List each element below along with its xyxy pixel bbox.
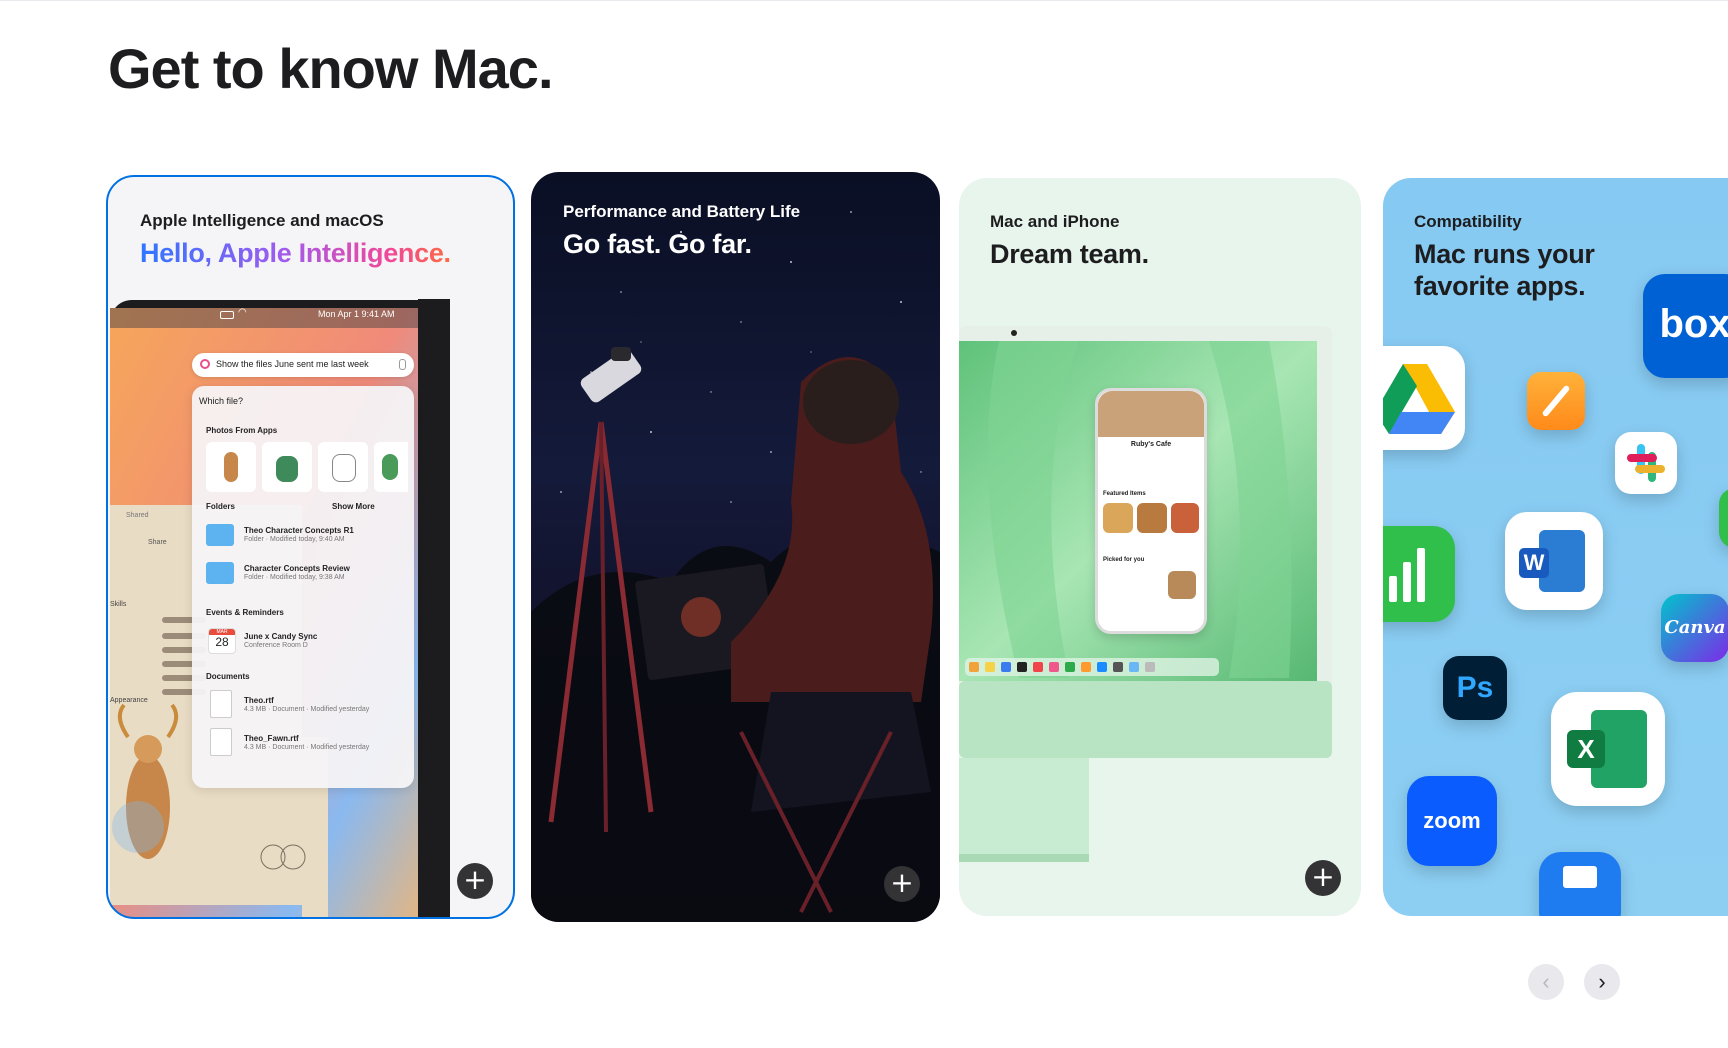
- photo-thumb[interactable]: [318, 442, 368, 492]
- partial-app-icon: [1719, 488, 1728, 548]
- event-meta: Conference Room D: [244, 642, 308, 649]
- bar-icon: [1417, 548, 1425, 602]
- folder-meta: Folder · Modified today, 9:38 AM: [244, 574, 345, 581]
- zoom-label: zoom: [1423, 808, 1481, 833]
- google-drive-app-icon: [1383, 346, 1465, 450]
- podium-icon: [1563, 866, 1597, 888]
- keynote-app-icon: [1539, 852, 1621, 916]
- food-thumb: [1103, 503, 1133, 533]
- search-query: Show the files June sent me last week: [216, 359, 369, 369]
- panel-question: Which file?: [199, 396, 244, 406]
- expand-plus-button[interactable]: +: [884, 866, 920, 902]
- drive-triangle-icon: [1383, 364, 1455, 434]
- folder-row[interactable]: Character Concepts Review Folder · Modif…: [206, 558, 402, 590]
- document-name: Theo_Fawn.rtf: [244, 734, 299, 743]
- canva-label: Canva: [1664, 617, 1726, 638]
- photo-thumb[interactable]: [262, 442, 312, 492]
- box-app-icon: box: [1643, 274, 1728, 378]
- mic-icon: [399, 359, 406, 370]
- siri-icon: [200, 359, 210, 369]
- document-meta: 4.3 MB · Document · Modified yesterday: [244, 744, 370, 751]
- iphone-mirroring-window[interactable]: Ruby's Cafe Featured Items Picked for yo…: [1095, 388, 1207, 634]
- bar-icon: [1389, 576, 1397, 602]
- canva-app-icon: Canva: [1661, 594, 1728, 662]
- carousel-prev-button[interactable]: ‹: [1528, 964, 1564, 1000]
- card-performance-battery[interactable]: Performance and Battery Life Go fast. Go…: [531, 172, 940, 922]
- card-mac-and-iphone[interactable]: Mac and iPhone Dream team. Ruby's Cafe F…: [959, 178, 1361, 916]
- photoshop-app-icon: Ps: [1443, 656, 1507, 720]
- word-app-icon: W: [1505, 512, 1603, 610]
- expand-plus-button[interactable]: +: [1305, 860, 1341, 896]
- card-apple-intelligence[interactable]: Apple Intelligence and macOS Hello, Appl…: [106, 175, 515, 919]
- night-sky-photo: [531, 211, 940, 922]
- photoshop-label: Ps: [1456, 671, 1494, 704]
- document-name: Theo.rtf: [244, 696, 274, 705]
- card-eyebrow: Compatibility: [1414, 212, 1522, 231]
- expand-plus-button[interactable]: +: [457, 863, 493, 899]
- folders-section-label: Folders: [206, 502, 235, 511]
- folder-meta: Folder · Modified today, 9:40 AM: [244, 536, 345, 543]
- pages-app-icon: [1527, 372, 1585, 430]
- side-label-skills: Skills: [110, 601, 127, 608]
- bar-icon: [1403, 562, 1411, 602]
- document-icon: [210, 690, 232, 718]
- document-meta: 4.3 MB · Document · Modified yesterday: [244, 706, 370, 713]
- food-thumb: [1168, 571, 1196, 599]
- side-label-shared: Shared: [126, 512, 149, 519]
- folder-name: Theo Character Concepts R1: [244, 526, 354, 535]
- calendar-icon: MAR 28: [208, 628, 236, 654]
- slack-app-icon: [1615, 432, 1677, 494]
- menubar-time: Mon Apr 1 9:41 AM: [318, 309, 395, 319]
- food-thumb: [1137, 503, 1167, 533]
- folder-row[interactable]: Theo Character Concepts R1 Folder · Modi…: [206, 520, 402, 552]
- food-thumb: [1171, 503, 1199, 533]
- top-divider: [0, 0, 1728, 1]
- event-row[interactable]: MAR 28 June x Candy Sync Conference Room…: [206, 626, 402, 656]
- folder-name: Character Concepts Review: [244, 564, 350, 573]
- spotlight-search-field[interactable]: Show the files June sent me last week: [192, 353, 414, 377]
- pen-icon: [1541, 384, 1571, 418]
- character-figure-icon: [224, 452, 238, 482]
- photo-thumb[interactable]: [206, 442, 256, 492]
- word-letter: W: [1519, 548, 1549, 578]
- page-title: Get to know Mac.: [108, 37, 553, 100]
- document-row[interactable]: Theo.rtf 4.3 MB · Document · Modified ye…: [206, 688, 402, 720]
- box-app-label: box: [1659, 302, 1728, 346]
- card-headline: Go fast. Go far.: [563, 229, 752, 259]
- document-icon: [210, 728, 232, 756]
- card-compatibility[interactable]: Compatibility Mac runs your favorite app…: [1383, 178, 1728, 916]
- side-label-appearance: Appearance: [110, 697, 148, 704]
- carousel-next-button[interactable]: ›: [1584, 964, 1620, 1000]
- battery-icon: [220, 311, 234, 319]
- phone-cafe-name: Ruby's Cafe: [1130, 441, 1172, 448]
- phone-header-photo: [1098, 391, 1204, 437]
- slack-bar-icon: [1635, 465, 1665, 473]
- show-more-link[interactable]: Show More: [332, 502, 375, 511]
- card-headline-line1: Mac runs your: [1414, 239, 1595, 269]
- documents-section-label: Documents: [206, 672, 250, 681]
- excel-app-icon: X: [1551, 692, 1665, 806]
- photos-section-label: Photos From Apps: [206, 426, 278, 435]
- spotlight-results-panel: Which file? Photos From Apps Folders Sho…: [192, 386, 414, 788]
- card-headline-line2: favorite apps.: [1414, 271, 1586, 301]
- folder-icon: [206, 524, 234, 546]
- numbers-app-icon: [1383, 526, 1455, 622]
- event-name: June x Candy Sync: [244, 632, 318, 641]
- zoom-app-icon: zoom: [1407, 776, 1497, 866]
- wifi-icon: ◠: [238, 307, 247, 318]
- phone-picked-label: Picked for you: [1103, 557, 1145, 563]
- card-eyebrow: Performance and Battery Life: [563, 202, 801, 221]
- character-figure-icon: [382, 454, 398, 480]
- excel-letter: X: [1567, 730, 1605, 768]
- document-row[interactable]: Theo_Fawn.rtf 4.3 MB · Document · Modifi…: [206, 726, 402, 758]
- sketch-icon: [332, 454, 356, 482]
- calendar-day: 28: [215, 635, 229, 649]
- character-figure-icon: [276, 456, 298, 482]
- photo-thumb[interactable]: [374, 442, 408, 492]
- folder-icon: [206, 562, 234, 584]
- slack-bar-icon: [1627, 454, 1657, 462]
- events-section-label: Events & Reminders: [206, 608, 284, 617]
- phone-featured-label: Featured Items: [1103, 491, 1146, 497]
- side-label-share: Share: [148, 539, 167, 546]
